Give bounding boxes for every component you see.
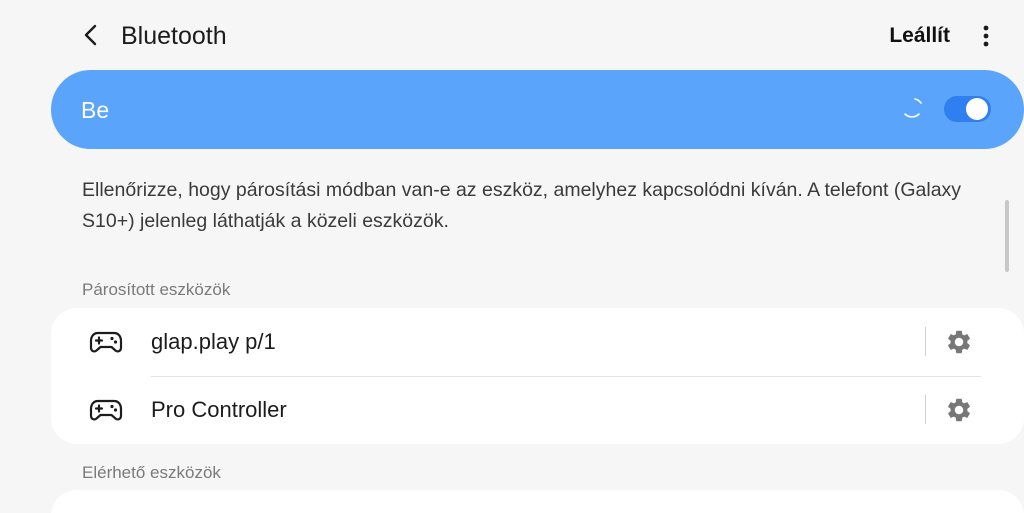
gamepad-icon [89, 399, 123, 421]
gamepad-icon [89, 331, 123, 353]
back-button[interactable] [74, 16, 108, 54]
row-separator [925, 395, 926, 424]
available-devices-list [51, 490, 1024, 513]
paired-devices-list: glap.play p/1 Pro Controller [51, 308, 1024, 444]
master-switch-label: Be [81, 97, 110, 123]
device-settings-button[interactable] [944, 327, 974, 357]
device-name: Pro Controller [151, 397, 287, 422]
back-arrow-icon [84, 24, 97, 46]
app-bar: Bluetooth Leállít [0, 0, 1024, 70]
toggle-knob [966, 98, 988, 120]
paired-device-row[interactable]: Pro Controller [51, 376, 1024, 444]
row-separator [925, 327, 926, 356]
page-title: Bluetooth [121, 22, 227, 50]
available-devices-header: Elérhető eszközök [82, 463, 221, 482]
gear-icon [948, 398, 970, 422]
gear-icon [948, 330, 970, 354]
paired-devices-header: Párosított eszközök [82, 280, 231, 299]
scrollbar[interactable] [1005, 200, 1009, 272]
bluetooth-settings-screen: Bluetooth Leállít Be Ellenőrizze, hogy p… [0, 0, 1024, 513]
paired-device-row[interactable]: glap.play p/1 [51, 308, 1024, 376]
device-settings-button[interactable] [944, 395, 974, 425]
bluetooth-toggle[interactable] [944, 96, 991, 122]
more-options-button[interactable] [974, 20, 998, 52]
device-name: glap.play p/1 [151, 329, 276, 354]
stop-button[interactable]: Leállít [889, 20, 950, 52]
scanning-spinner-icon [904, 98, 922, 118]
visibility-description: Ellenőrizze, hogy párosítási módban van-… [82, 179, 962, 232]
bluetooth-master-switch[interactable]: Be [51, 70, 1024, 149]
more-vertical-icon [983, 25, 989, 47]
